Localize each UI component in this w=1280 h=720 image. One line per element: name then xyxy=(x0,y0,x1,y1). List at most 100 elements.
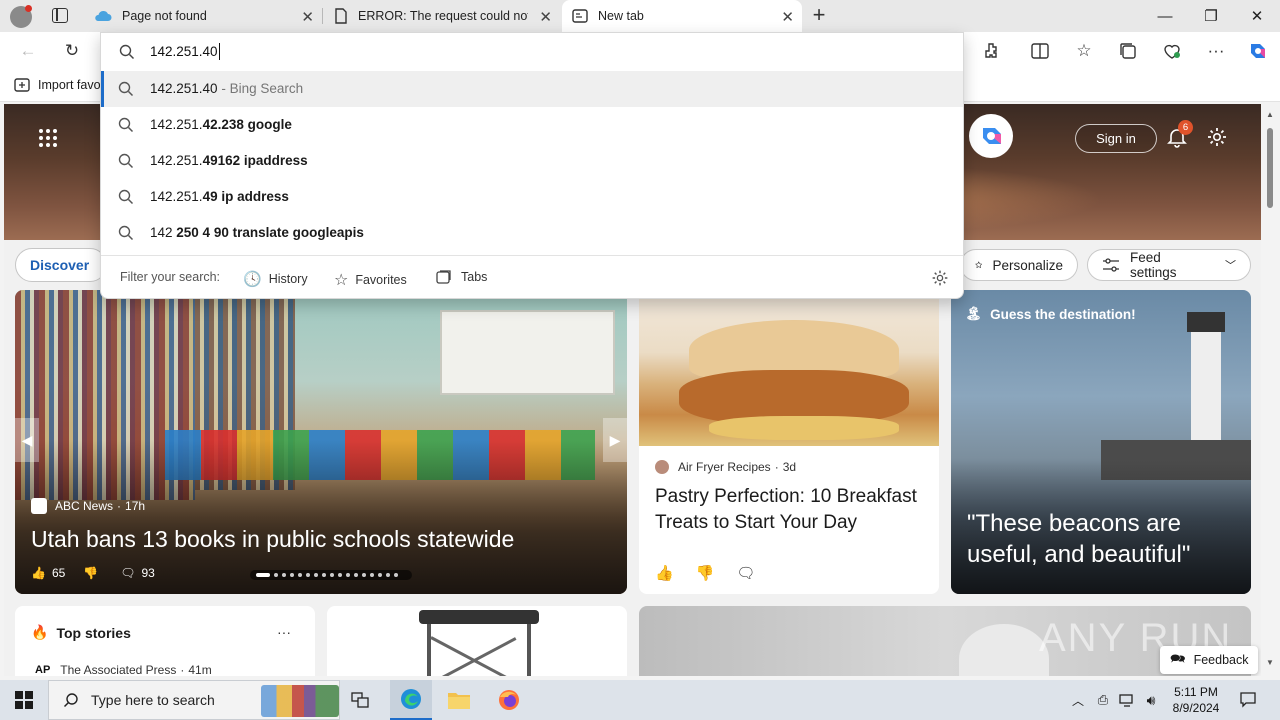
chicken-sandwich-photo xyxy=(639,290,939,446)
top-stories-header: 🔥 Top stories xyxy=(31,624,131,641)
close-tab-icon[interactable]: ✕ xyxy=(301,8,314,26)
close-tab-icon[interactable]: ✕ xyxy=(781,8,794,26)
copilot-search-button[interactable] xyxy=(969,114,1013,158)
carousel-next-button[interactable]: ▶ xyxy=(603,418,627,462)
app-launcher-icon[interactable] xyxy=(38,128,58,148)
comment-icon[interactable]: 🗨 xyxy=(736,564,755,582)
destination-card[interactable]: 🏝 Guess the destination! "These beacons … xyxy=(951,290,1251,594)
carousel-indicator[interactable] xyxy=(250,570,412,580)
tab-page-not-found[interactable]: Page not found ✕ xyxy=(84,0,322,32)
import-label: Import favo xyxy=(38,78,101,92)
page-scrollbar[interactable]: ▲ ▼ xyxy=(1262,104,1278,676)
sign-in-button[interactable]: Sign in xyxy=(1075,124,1157,153)
story-headline[interactable]: Utah bans 13 books in public schools sta… xyxy=(31,526,514,553)
main-story-card[interactable]: ◀ ▶ ABC News · 17h Utah bans 13 books in… xyxy=(15,290,627,594)
suggestion-item[interactable]: 142.251.42.238 google xyxy=(101,107,963,143)
edge-taskbar-icon[interactable] xyxy=(390,680,432,720)
feed-settings-button[interactable]: Feed settings ﹀ xyxy=(1087,249,1251,281)
new-tab-button[interactable]: + xyxy=(808,4,830,28)
browser-essentials-icon[interactable] xyxy=(1158,37,1186,65)
start-button[interactable] xyxy=(0,680,48,720)
file-explorer-icon[interactable] xyxy=(438,680,480,720)
notifications-bell-icon[interactable]: 6 xyxy=(1166,120,1193,148)
address-bar[interactable]: 142.251.40 xyxy=(101,33,963,71)
firefox-icon[interactable] xyxy=(488,680,530,720)
close-tab-icon[interactable]: ✕ xyxy=(539,8,552,26)
tray-overflow-icon[interactable]: ︿ xyxy=(1068,680,1088,720)
comment-count: 93 xyxy=(141,566,155,580)
flame-icon: 🔥 xyxy=(31,624,49,640)
split-screen-icon[interactable] xyxy=(1026,37,1054,65)
restore-button[interactable]: ❐ xyxy=(1188,0,1234,32)
notification-center-icon[interactable] xyxy=(1234,680,1262,720)
network-icon[interactable] xyxy=(1116,680,1138,720)
destination-quote[interactable]: "These beacons are useful, and beautiful… xyxy=(967,508,1237,570)
recipe-headline[interactable]: Pastry Perfection: 10 Breakfast Treats t… xyxy=(655,484,927,536)
carousel-prev-button[interactable]: ◀ xyxy=(15,418,39,462)
taskbar-search-placeholder: Type here to search xyxy=(91,692,215,708)
source-name: ABC News xyxy=(55,499,114,513)
recipe-card[interactable]: Air Fryer Recipes · 3d Pastry Perfection… xyxy=(639,290,939,594)
discover-tab[interactable]: Discover xyxy=(15,248,107,282)
extensions-icon[interactable] xyxy=(978,37,1006,65)
newtab-icon xyxy=(572,9,588,23)
story-age: 41m xyxy=(188,663,212,676)
tab-new-tab[interactable]: New tab ✕ xyxy=(562,0,802,32)
tab-title: ERROR: The request could not be satisfie… xyxy=(358,9,528,23)
suggestion-item[interactable]: 142 250 4 90 translate googleapis xyxy=(101,215,963,251)
windows-taskbar: Type here to search ︿ ⎙ 🔊︎ 5:11 PM 8/9/2… xyxy=(0,680,1280,720)
document-icon xyxy=(335,8,347,24)
dislike-icon[interactable]: 👎 xyxy=(696,564,715,582)
dislike-icon[interactable]: 👎 xyxy=(83,566,98,580)
feedback-label: Feedback xyxy=(1193,653,1249,667)
filter-tabs-button[interactable]: Tabs xyxy=(436,270,487,284)
like-icon[interactable]: 👍 xyxy=(655,564,674,582)
favorites-star-icon[interactable]: ☆ xyxy=(1070,37,1098,65)
suggestion-item[interactable]: 142.251.49162 ipaddress xyxy=(101,143,963,179)
comment-icon[interactable]: 🗨 xyxy=(120,566,135,580)
search-icon xyxy=(119,44,135,60)
history-icon: 🕓 xyxy=(243,271,262,288)
filter-favorites-button[interactable]: ☆ Favorites xyxy=(334,270,407,290)
volume-icon[interactable]: 🔊︎ xyxy=(1140,680,1162,720)
profile-avatar[interactable] xyxy=(10,5,32,28)
story-source: ABC News · 17h xyxy=(31,498,145,514)
task-view-icon[interactable] xyxy=(340,680,380,720)
import-favorites-button[interactable]: Import favo xyxy=(14,78,101,92)
recipe-actions: 👍 👎 🗨 xyxy=(655,564,755,582)
like-icon[interactable]: 👍 xyxy=(31,566,46,580)
page-settings-gear-icon[interactable] xyxy=(1206,126,1228,148)
collections-icon[interactable] xyxy=(1114,37,1142,65)
product-card[interactable] xyxy=(327,606,627,676)
abc-news-logo-icon xyxy=(31,498,47,514)
suggestion-item[interactable]: 142.251.49 ip address xyxy=(101,179,963,215)
sign-in-label: Sign in xyxy=(1096,131,1136,146)
tab-strip: Page not found ✕ ERROR: The request coul… xyxy=(0,0,1280,32)
tray-device-icon[interactable]: ⎙ xyxy=(1092,680,1114,720)
lighthouse-photo xyxy=(1187,312,1225,440)
clock[interactable]: 5:11 PM 8/9/2024 xyxy=(1166,680,1226,720)
tab-actions-icon[interactable] xyxy=(52,8,68,23)
back-icon[interactable]: ← xyxy=(14,37,42,65)
taskbar-search-box[interactable]: Type here to search xyxy=(48,680,340,720)
search-icon xyxy=(118,153,134,169)
more-options-icon[interactable]: ··· xyxy=(277,624,291,640)
tab-error[interactable]: ERROR: The request could not be satisfie… xyxy=(324,0,560,32)
clock-date: 8/9/2024 xyxy=(1172,701,1220,715)
scrollbar-thumb[interactable] xyxy=(1267,128,1273,208)
suggestion-item[interactable]: 142.251.40 - Bing Search xyxy=(101,71,963,107)
suggestion-settings-gear-icon[interactable] xyxy=(931,269,949,287)
cloud-icon xyxy=(95,10,112,21)
search-icon xyxy=(118,189,134,205)
minimize-button[interactable]: — xyxy=(1142,0,1188,32)
refresh-icon[interactable]: ↻ xyxy=(58,37,86,65)
filter-history-button[interactable]: 🕓 History xyxy=(243,270,308,288)
copilot-icon[interactable] xyxy=(1244,37,1272,65)
more-menu-icon[interactable]: ··· xyxy=(1202,37,1230,65)
address-input[interactable]: 142.251.40 xyxy=(150,44,218,59)
destination-label-row: 🏝 Guess the destination! xyxy=(965,306,1136,322)
personalize-button[interactable]: Personalize xyxy=(960,249,1078,281)
close-window-button[interactable]: ✕ xyxy=(1234,0,1280,32)
feedback-button[interactable]: 🗪 Feedback xyxy=(1160,646,1258,674)
address-suggestions-dropdown: 142.251.40 142.251.40 - Bing Search 142.… xyxy=(100,32,964,299)
